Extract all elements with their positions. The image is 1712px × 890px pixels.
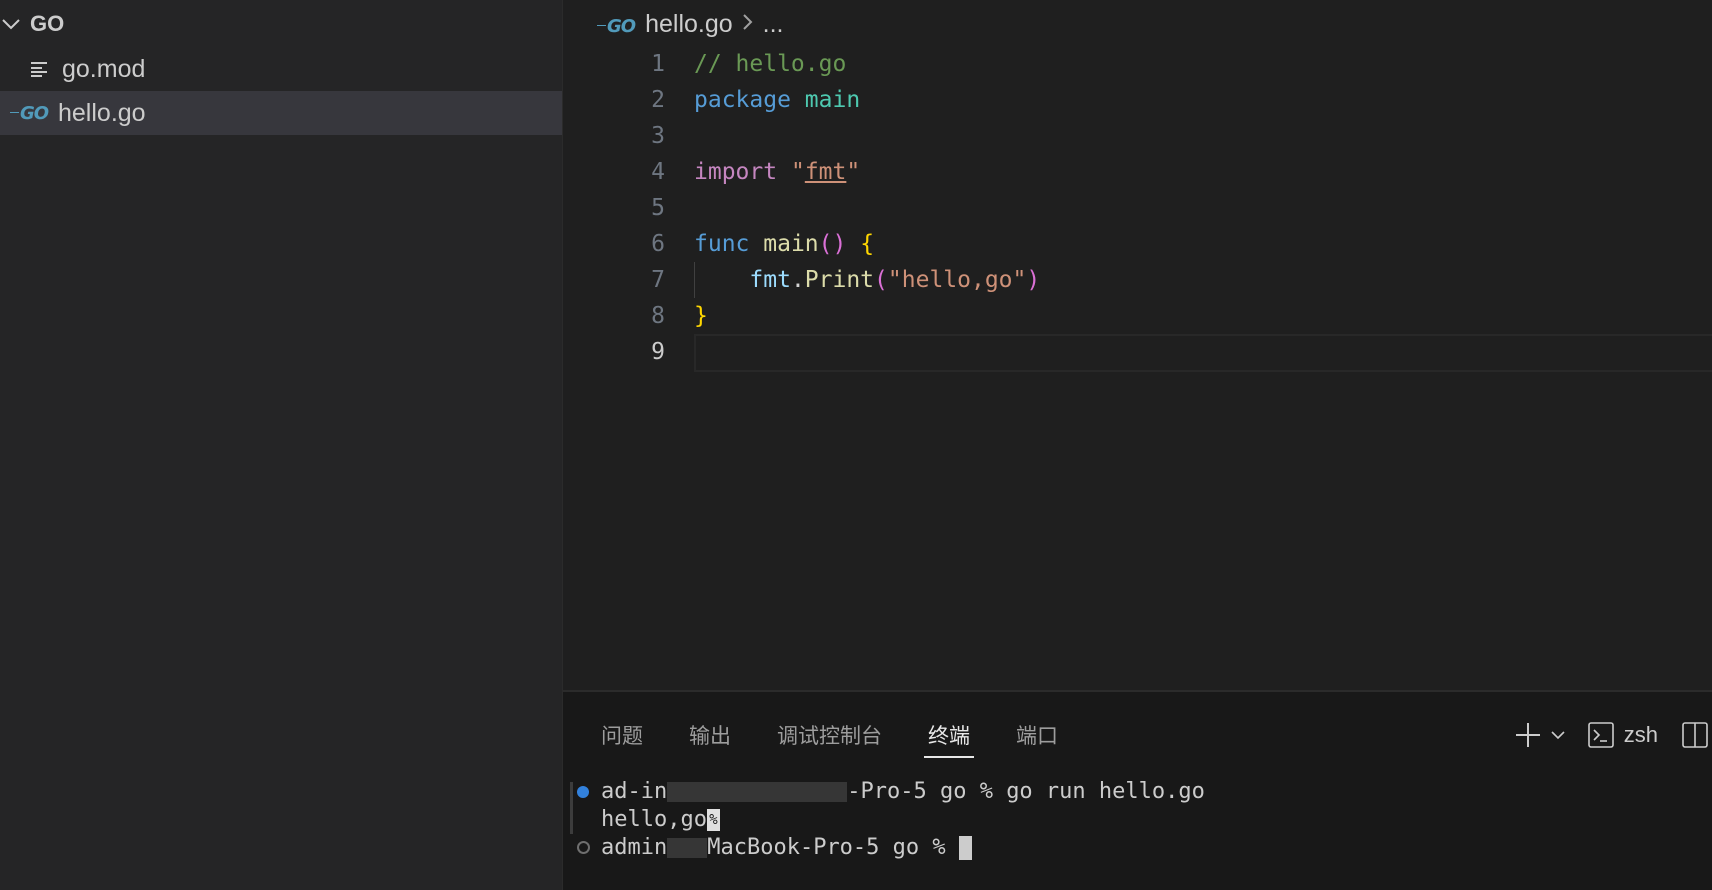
code-dot: . [790, 267, 805, 293]
panel-tabs: 问题 输出 调试控制台 终端 端口 [601, 712, 1104, 758]
tree-item-hello-go[interactable]: GO hello.go [0, 91, 562, 135]
code-line-current: 9 [563, 334, 1712, 372]
line-number: 3 [651, 123, 665, 149]
code-import-path: fmt [804, 159, 847, 185]
line-number: 6 [651, 231, 665, 257]
bottom-panel: 问题 输出 调试控制台 终端 端口 zsh ad-in -Pro-5 go % … [563, 690, 1712, 890]
code-line: 1 // hello.go [563, 46, 1712, 82]
folder-header[interactable]: GO [0, 8, 64, 40]
breadcrumb-more[interactable]: ... [763, 10, 784, 39]
redacted-block [667, 838, 708, 858]
prompt-text: admin [601, 835, 668, 860]
tree-item-go-mod[interactable]: go.mod [0, 47, 562, 91]
prompt-command: go % [879, 835, 959, 860]
line-number: 7 [651, 267, 665, 293]
folder-name: GO [30, 11, 65, 36]
tab-debug-console[interactable]: 调试控制台 [777, 712, 882, 758]
tree-item-label: go.mod [62, 54, 146, 83]
explorer-sidebar: GO go.mod GO hello.go [0, 0, 563, 890]
editor-pane: GO hello.go ... 1 // hello.go 2 package … [563, 0, 1712, 690]
code-package-ref: fmt [749, 267, 791, 293]
current-line-highlight [694, 334, 1712, 372]
terminal-line: admin MacBook-Pro-5 go % [601, 834, 972, 862]
command-success-dot [577, 786, 589, 798]
terminal-dropdown-button[interactable] [1550, 727, 1566, 743]
command-pending-dot [577, 841, 590, 854]
terminal-line: ad-in -Pro-5 go % go run hello.go [601, 778, 1205, 806]
command-group-bar [570, 782, 573, 834]
breadcrumb-file[interactable]: hello.go [645, 10, 733, 39]
code-string-quote: " [846, 159, 861, 185]
code-comment: // hello.go [694, 51, 847, 77]
terminal-cursor [958, 836, 972, 860]
code-line: 6 func main() { [563, 226, 1712, 262]
code-line: 7 fmt.Print("hello,go") [563, 262, 1712, 298]
plus-icon [1515, 723, 1540, 747]
tab-terminal[interactable]: 终端 [924, 712, 974, 758]
code-line: 4 import "fmt" [563, 154, 1712, 190]
line-number: 9 [651, 339, 665, 365]
line-number: 8 [651, 303, 665, 329]
go-file-icon: GO [9, 102, 49, 124]
terminal-line: hello,go% [601, 806, 720, 834]
line-number: 2 [651, 87, 665, 113]
vscode-window: GO go.mod GO hello.go GO hello.go ... 1 … [0, 0, 1712, 890]
shell-name: zsh [1623, 722, 1658, 747]
code-package-name: main [804, 87, 861, 113]
split-terminal-button[interactable] [1682, 722, 1708, 748]
code-line: 3 [563, 118, 1712, 154]
tab-output[interactable]: 输出 [689, 712, 731, 758]
no-newline-marker: % [706, 809, 720, 831]
line-number: 5 [651, 195, 665, 221]
code-brace: { [860, 231, 875, 257]
new-terminal-button[interactable] [1514, 721, 1542, 749]
code-keyword: package [694, 87, 791, 113]
code-string: "hello,go" [887, 267, 1027, 293]
breadcrumb: GO hello.go ... [597, 6, 784, 42]
code-line: 8 } [563, 298, 1712, 334]
prompt-text: ad-in [601, 779, 668, 804]
tab-problems[interactable]: 问题 [601, 712, 643, 758]
tree-item-label: hello.go [58, 98, 146, 127]
go-file-icon: GO [607, 15, 636, 37]
tab-ports[interactable]: 端口 [1016, 712, 1058, 758]
program-output: hello,go [601, 807, 707, 832]
chevron-down-icon [1551, 731, 1565, 740]
code-paren: ) [1026, 267, 1041, 293]
code-brace: } [694, 303, 708, 329]
code-line: 2 package main [563, 82, 1712, 118]
code-keyword: func [694, 231, 750, 257]
terminal-icon [1587, 722, 1614, 748]
code-keyword: import [694, 159, 778, 185]
line-number: 4 [651, 159, 665, 185]
code-func-name: main [763, 231, 819, 257]
file-lines-icon [24, 58, 54, 80]
redacted-block [667, 782, 848, 802]
line-number: 1 [651, 51, 665, 77]
code-paren: ( [874, 267, 888, 293]
code-string-quote: " [790, 159, 805, 185]
code-line: 5 [563, 190, 1712, 226]
split-icon [1682, 722, 1708, 748]
code-func-call: Print [804, 267, 875, 293]
code-editor[interactable]: 1 // hello.go 2 package main 3 4 import … [563, 46, 1712, 372]
panel-actions: zsh [1496, 712, 1712, 758]
code-parens: () [818, 231, 847, 257]
chevron-right-icon [741, 10, 755, 39]
terminal-shell-tab[interactable]: zsh [1587, 722, 1658, 748]
prompt-host-text: -Pro-5 [847, 779, 927, 804]
prompt-command: go % go run hello.go [926, 779, 1205, 804]
chevron-down-icon [2, 19, 20, 30]
prompt-host-text: MacBook-Pro-5 [707, 835, 880, 860]
